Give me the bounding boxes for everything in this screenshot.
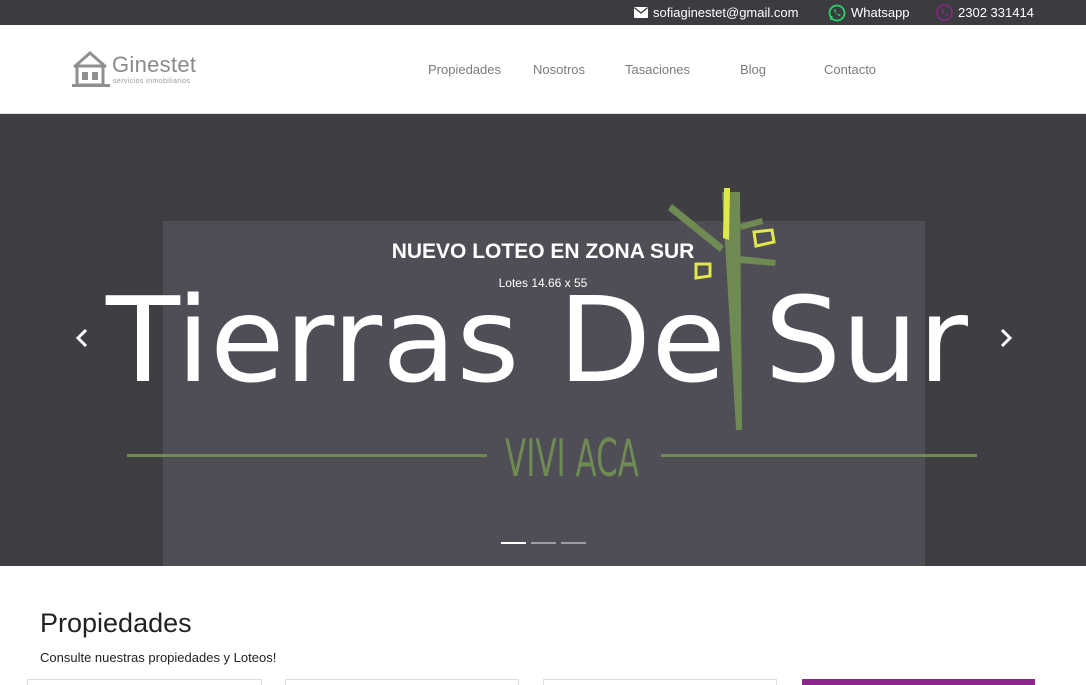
slide-caption-subtitle: Lotes 14.66 x 55 [498,276,588,290]
carousel-indicator-2[interactable] [531,542,556,544]
carousel-indicators [501,542,586,544]
whatsapp-icon [828,4,846,22]
chevron-right-icon [999,328,1013,353]
email-text: sofiaginestet@gmail.com [653,5,799,20]
property-card[interactable] [27,679,262,685]
slide-image: Tierras De Sur VIVI ACA [105,188,977,489]
top-contact-bar: sofiaginestet@gmail.com Whatsapp 2302 33… [0,0,1086,25]
tree-branch-upper [740,218,763,230]
carousel-indicator-1[interactable] [501,542,526,544]
phone-text: 2302 331414 [958,5,1034,20]
chevron-left-icon [75,328,89,353]
section-title: Propiedades [40,608,192,638]
property-card-highlighted[interactable] [802,679,1035,685]
site-logo[interactable]: Ginestet servicios inmobiliarios [72,50,212,90]
nav-item-contacto[interactable]: Contacto [824,62,876,77]
site-header: Ginestet servicios inmobiliarios Propied… [0,25,1086,114]
phone-link[interactable]: 2302 331414 [936,0,1034,25]
phone-icon [936,4,953,21]
nav-item-propiedades[interactable]: Propiedades [428,62,501,77]
tagline-line-right [661,454,977,457]
carousel-next-button[interactable] [994,326,1018,354]
email-link[interactable]: sofiaginestet@gmail.com [634,0,798,25]
slide-tagline-text: VIVI ACA [505,429,639,489]
property-card[interactable] [543,679,777,685]
tagline-line-left [127,454,487,457]
logo-name: Ginestet [112,52,197,77]
tree-leaf-yellow-1 [723,188,730,240]
house-logo-icon [72,50,112,93]
whatsapp-text: Whatsapp [851,5,910,20]
nav-item-blog[interactable]: Blog [740,62,766,77]
slide-caption-title: NUEVO LOTEO EN ZONA SUR [391,240,695,263]
whatsapp-link[interactable]: Whatsapp [828,0,910,25]
envelope-icon [634,7,648,18]
nav-item-tasaciones[interactable]: Tasaciones [625,62,690,77]
logo-tagline: servicios inmobiliarios [113,78,191,85]
property-card[interactable] [285,679,519,685]
slide-main-text: Tierras De Sur [105,271,969,409]
section-subtitle: Consulte nuestras propiedades y Loteos! [40,650,277,665]
carousel-prev-button[interactable] [70,326,94,354]
nav-item-nosotros[interactable]: Nosotros [533,62,585,77]
hero-carousel: Tierras De Sur VIVI ACA NUEVO LOTEO EN Z… [0,114,1086,566]
carousel-indicator-3[interactable] [561,542,586,544]
